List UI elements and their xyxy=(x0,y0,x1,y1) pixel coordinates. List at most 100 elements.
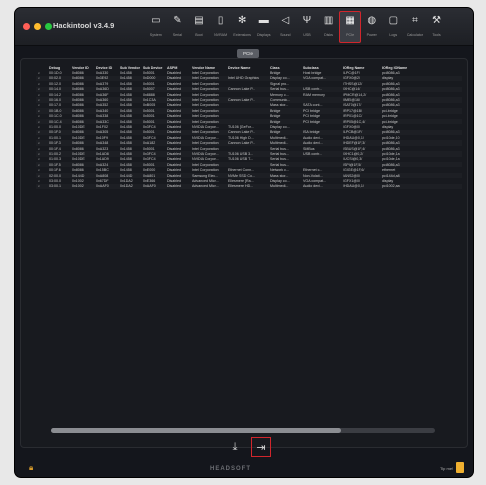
search-icon[interactable]: ⌕ xyxy=(36,93,47,97)
scrollbar-thumb[interactable] xyxy=(51,428,341,433)
search-icon[interactable]: ⌕ xyxy=(36,174,47,178)
column-header[interactable]: IOReg Name xyxy=(341,66,380,70)
table-row[interactable]: ⌕ 00:1F.0 0x8086 0xA305 0x1458 0x5001 Disabled… xyxy=(36,129,462,136)
search-icon[interactable]: ⌕ xyxy=(36,120,47,124)
zoom-window-button[interactable] xyxy=(45,23,52,30)
table-cell: Disabled xyxy=(167,81,181,86)
column-header[interactable]: Sub Device xyxy=(141,66,165,70)
headsoft-logo: HEADSOFT xyxy=(210,466,251,472)
table-row[interactable]: ⌕ 00:02.0 0x8086 0x3E92 0x1458 0xD000 Disabled… xyxy=(36,75,462,82)
search-icon[interactable]: ⌕ xyxy=(36,87,47,91)
minimize-window-button[interactable] xyxy=(34,23,41,30)
search-icon[interactable]: ⌕ xyxy=(36,76,47,80)
search-icon[interactable]: ⌕ xyxy=(36,184,47,188)
table-cell: 0x144D xyxy=(72,173,85,178)
column-header[interactable]: Class xyxy=(268,66,301,70)
column-header[interactable]: Debug xyxy=(47,66,70,70)
table-cell: Serial bus... xyxy=(270,151,289,156)
table-row[interactable]: ⌕ 00:14.0 0x8086 0xA36D 0x1458 0x5007 Disabled… xyxy=(36,86,462,92)
display-icon: ▬ xyxy=(258,15,269,26)
search-icon[interactable]: ⌕ xyxy=(36,109,47,113)
horizontal-scrollbar[interactable] xyxy=(51,428,435,433)
table-row[interactable]: ⌕ 01:00.1 0x10DE 0x10F9 0x1458 0x3FC4 Disabled… xyxy=(36,135,462,140)
toolbar-button-tools[interactable]: ⚒ Tools xyxy=(426,11,448,43)
toolbar-button-system[interactable]: ▭ System xyxy=(145,11,167,43)
table-cell: 0xA340 xyxy=(96,108,109,113)
toolbar-button-displays[interactable]: ▬ Displays xyxy=(253,11,275,43)
table-row[interactable]: ⌕ 01:00.0 0x10DE 0x1F02 0x1458 0x3FC4 Disabled… xyxy=(36,124,462,129)
toolbar-button-nvram[interactable]: ▯ NVRAM xyxy=(210,11,232,43)
table-cell: /ANS2@0/ xyxy=(343,173,361,178)
table-row[interactable]: ⌕ 03:00.1 0x1002 0xAAF0 0x1DA2 0xAAF0 Disabled… xyxy=(36,183,462,189)
table-cell: Intel Corporation xyxy=(192,146,219,151)
table-cell: 0x5001 xyxy=(143,71,155,76)
toolbar-button-calculator[interactable]: ⌗ Calculator xyxy=(404,11,426,43)
table-cell: 0x8888 xyxy=(143,92,155,97)
table-row[interactable]: ⌕ 01:00.3 0x10DE 0x1AD9 0x1458 0x3FC4 Disabled… xyxy=(36,157,462,162)
search-icon[interactable]: ⌕ xyxy=(36,82,47,86)
table-cell: 00:12.0 xyxy=(49,81,61,86)
column-header[interactable]: Device Name xyxy=(226,66,268,70)
table-cell: 0x1458 xyxy=(120,146,132,151)
search-icon[interactable]: ⌕ xyxy=(36,179,47,183)
search-icon[interactable]: ⌕ xyxy=(36,152,47,156)
search-icon[interactable]: ⌕ xyxy=(36,130,47,134)
table-cell: Multimedi... xyxy=(270,141,289,146)
table-row[interactable]: ⌕ 00:1F.6 0x8086 0x15BC 0x1458 0xE000 Disabled… xyxy=(36,167,462,172)
table-cell: /XHC@14/ xyxy=(343,87,361,92)
column-header[interactable]: Subclass xyxy=(301,66,341,70)
search-icon[interactable]: ⌕ xyxy=(36,163,47,167)
search-icon[interactable]: ⌕ xyxy=(36,147,47,151)
close-window-button[interactable] xyxy=(23,23,30,30)
table-row[interactable]: ⌕ 00:16.0 0x8086 0xA360 0x1458 0x1C3A Disabled… xyxy=(36,97,462,103)
table-row[interactable]: ⌕ 03:00.0 0x1002 0x67DF 0x1DA2 0xE366 Disabled… xyxy=(36,178,462,183)
search-icon[interactable]: ⌕ xyxy=(36,114,47,118)
table-cell: 0xA324 xyxy=(96,162,109,167)
search-icon[interactable]: ⌕ xyxy=(36,136,47,140)
table-cell: pci8086,a3 xyxy=(382,71,400,76)
export-button[interactable]: ⇥ xyxy=(251,437,271,457)
table-cell: 0xA323 xyxy=(96,146,109,151)
column-header[interactable]: Device ID xyxy=(94,66,118,70)
table-cell: 0x1458 xyxy=(120,98,132,103)
toolbar-button-boot[interactable]: ▤ Boot xyxy=(188,11,210,43)
table-cell: Disabled xyxy=(167,71,181,76)
table-row[interactable]: ⌕ 01:00.2 0x10DE 0x1AD8 0x1458 0x3FC4 Disabled… xyxy=(36,151,462,157)
table-cell: Ethernet c... xyxy=(303,168,323,173)
search-icon[interactable]: ⌕ xyxy=(36,157,47,161)
table-cell: 0xE366 xyxy=(143,178,156,183)
wrench-icon: ⚒ xyxy=(432,15,441,26)
import-button[interactable]: ⤓ xyxy=(225,437,245,457)
column-header[interactable]: Vendor Name xyxy=(190,66,226,70)
search-icon[interactable]: ⌕ xyxy=(36,125,47,129)
power-icon: ◍ xyxy=(367,15,377,26)
table-cell: 0x5007 xyxy=(143,87,155,92)
table-cell: /LPC@1F/ xyxy=(343,71,360,76)
lock-icon[interactable]: 🔒︎ xyxy=(29,463,33,473)
column-header[interactable]: ASPM xyxy=(165,66,190,70)
tab-pcie[interactable]: PCIe xyxy=(237,49,259,58)
search-icon[interactable]: ⌕ xyxy=(36,71,47,75)
search-icon[interactable]: ⌕ xyxy=(36,168,47,172)
toolbar-button-logs[interactable]: ▢ Logs xyxy=(383,11,405,43)
column-header[interactable]: Sub Vendor xyxy=(118,66,141,70)
column-header[interactable]: IOReg IOName xyxy=(380,66,417,70)
table-cell: 00:1C.0 xyxy=(49,114,62,119)
toolbar-button-pcie[interactable]: ▦ PCIe xyxy=(339,11,361,43)
search-icon[interactable]: ⌕ xyxy=(36,98,47,102)
toolbar-button-extensions[interactable]: ✻ Extensions xyxy=(231,11,253,43)
search-icon[interactable]: ⌕ xyxy=(36,141,47,145)
toolbar-button-usb[interactable]: Ψ USB xyxy=(296,11,318,43)
table-cell: Disabled xyxy=(167,162,181,167)
search-icon[interactable]: ⌕ xyxy=(36,103,47,107)
toolbar-button-sound[interactable]: ◁ Sound xyxy=(275,11,297,43)
column-header[interactable]: Vendor ID xyxy=(70,66,94,70)
toolbar-button-power[interactable]: ◍ Power xyxy=(361,11,383,43)
coffee-cup-icon[interactable] xyxy=(456,462,464,473)
table-row[interactable]: ⌕ 00:1F.3 0x8086 0xA348 0x1458 0xA182 Disabled… xyxy=(36,140,462,146)
toolbar-button-disks[interactable]: ▥ Disks xyxy=(318,11,340,43)
table-cell: Intel Corporation xyxy=(192,114,219,119)
toolbar-button-serial[interactable]: ✎ Serial xyxy=(167,11,189,43)
tip-me-label[interactable]: Tip me! xyxy=(440,466,453,471)
table-row[interactable]: ⌕ 02:00.0 0x144D 0xA808 0x144D 0xA801 Disabled… xyxy=(36,172,462,179)
